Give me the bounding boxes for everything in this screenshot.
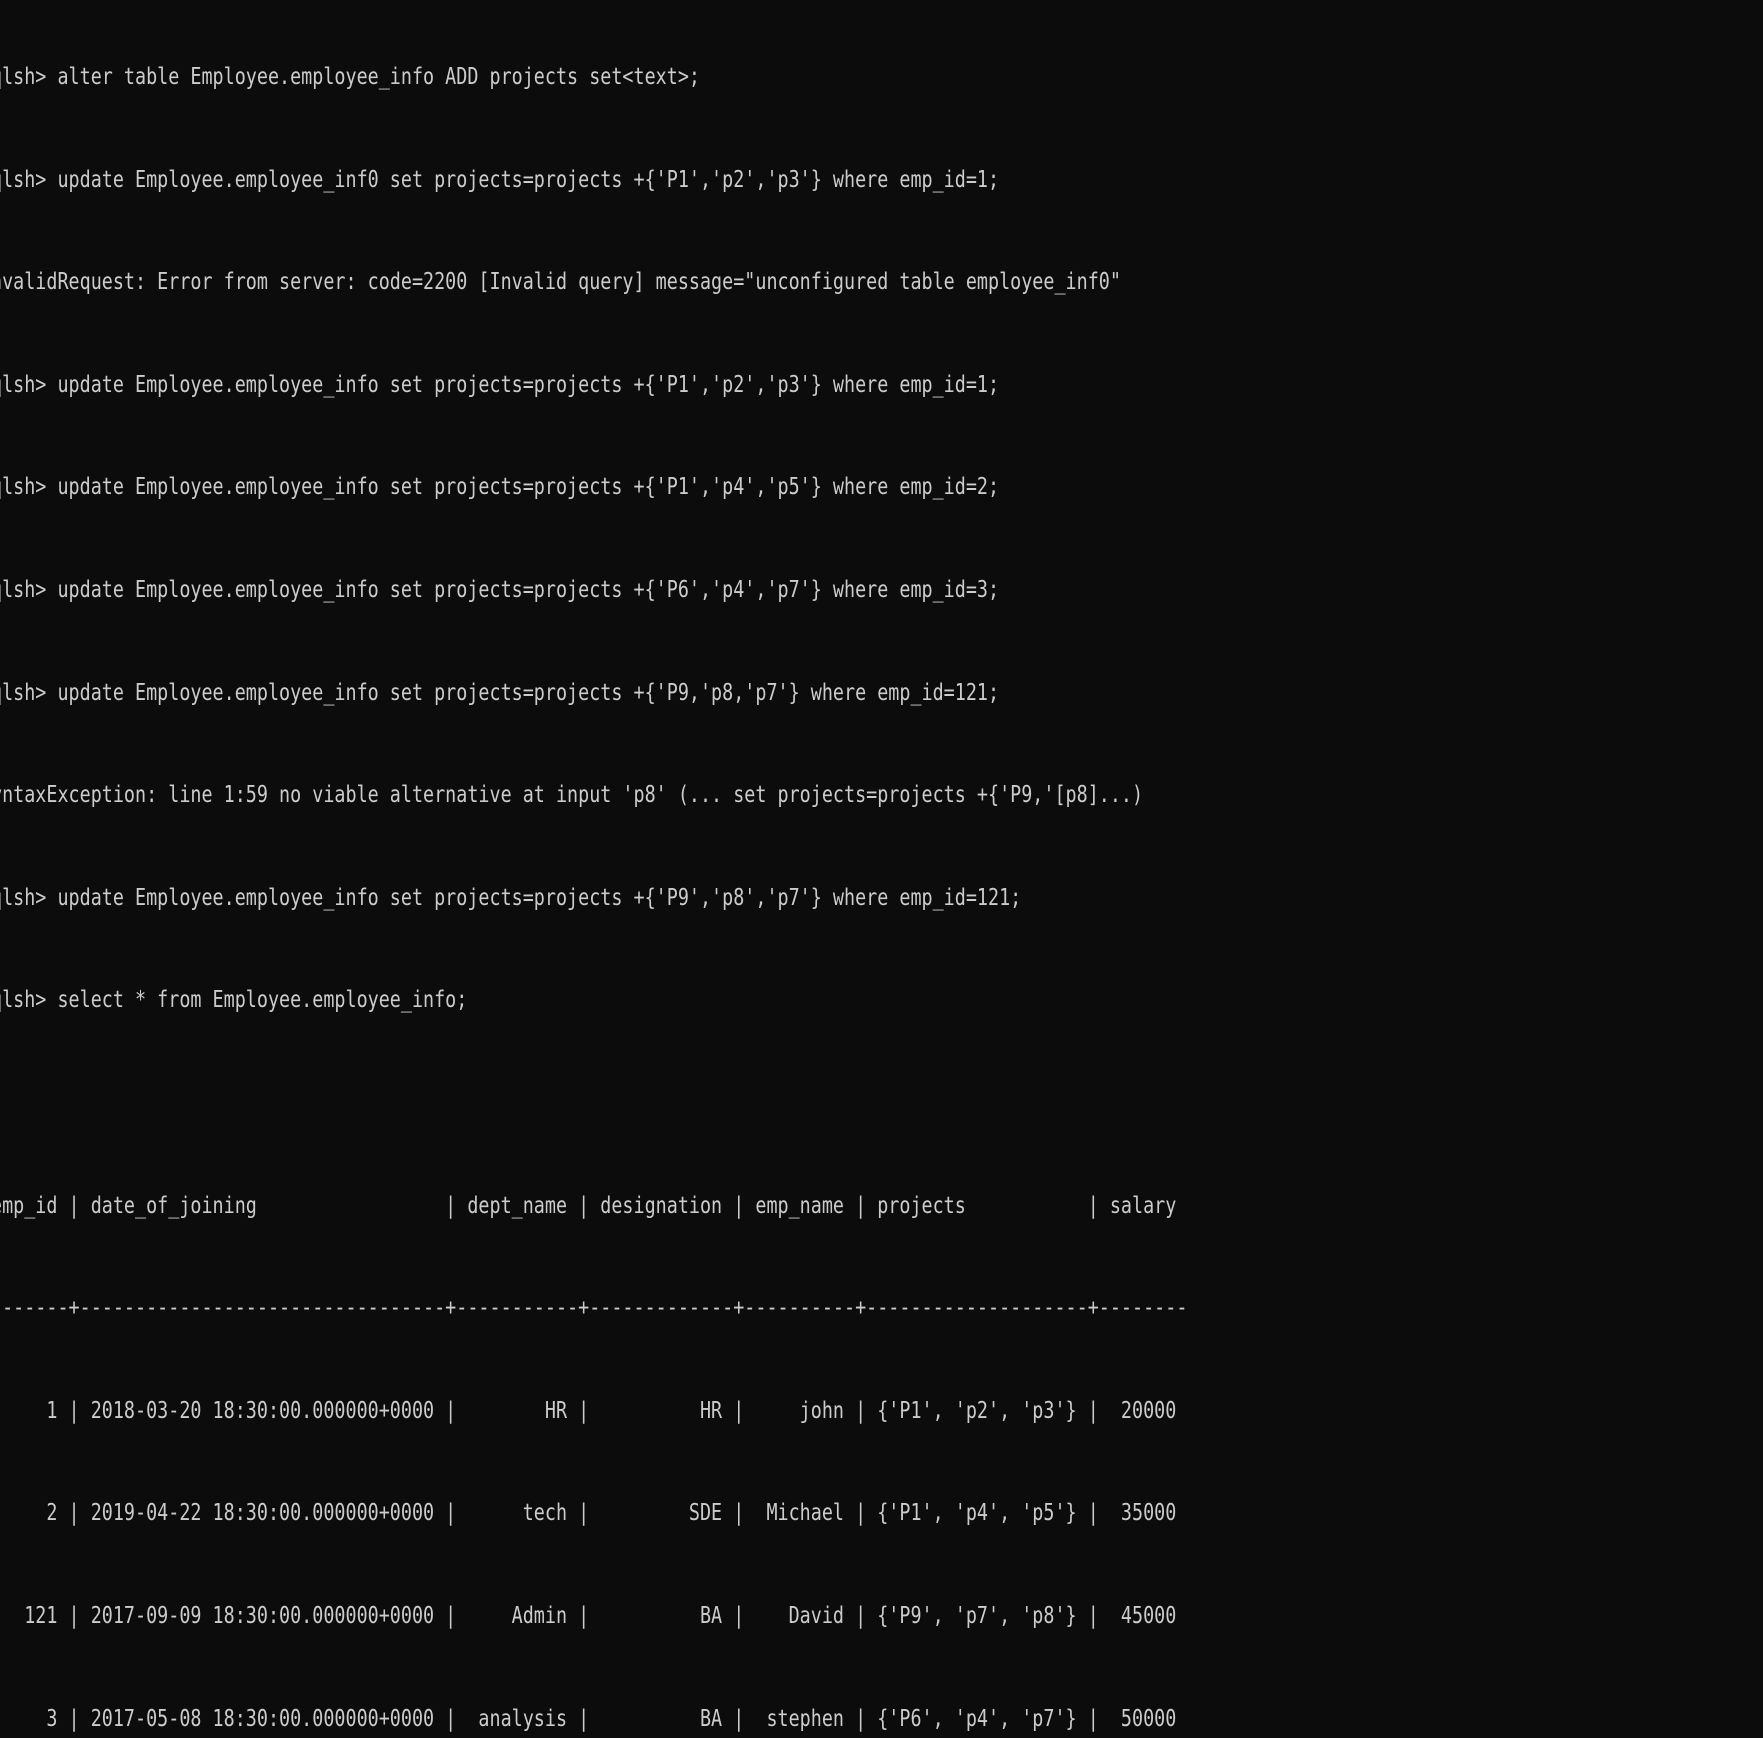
command-line: qlsh> select * from Employee.employee_in… [0, 975, 1409, 1026]
table-row: 121 | 2017-09-09 18:30:00.000000+0000 | … [0, 1591, 1409, 1642]
table-row: 3 | 2017-05-08 18:30:00.000000+0000 | an… [0, 1694, 1409, 1738]
command-line: qlsh> update Employee.employee_inf0 set … [0, 155, 1409, 206]
command-line: qlsh> update Employee.employee_info set … [0, 668, 1409, 719]
error-line: yntaxException: line 1:59 no viable alte… [0, 770, 1409, 821]
error-line: nvalidRequest: Error from server: code=2… [0, 257, 1409, 308]
terminal-window[interactable]: qlsh> alter table Employee.employee_info… [0, 0, 1409, 869]
command-line: qlsh> update Employee.employee_info set … [0, 360, 1409, 411]
command-line: qlsh> update Employee.employee_info set … [0, 462, 1409, 513]
command-line: qlsh> alter table Employee.employee_info… [0, 52, 1409, 103]
table-row: 2 | 2019-04-22 18:30:00.000000+0000 | te… [0, 1488, 1409, 1539]
table-row: 1 | 2018-03-20 18:30:00.000000+0000 | HR… [0, 1386, 1409, 1437]
blank-line [0, 1078, 1409, 1129]
table-separator: -------+--------------------------------… [0, 1283, 1409, 1334]
command-line: qlsh> update Employee.employee_info set … [0, 873, 1409, 924]
command-line: qlsh> update Employee.employee_info set … [0, 565, 1409, 616]
table-header: emp_id | date_of_joining | dept_name | d… [0, 1181, 1409, 1232]
